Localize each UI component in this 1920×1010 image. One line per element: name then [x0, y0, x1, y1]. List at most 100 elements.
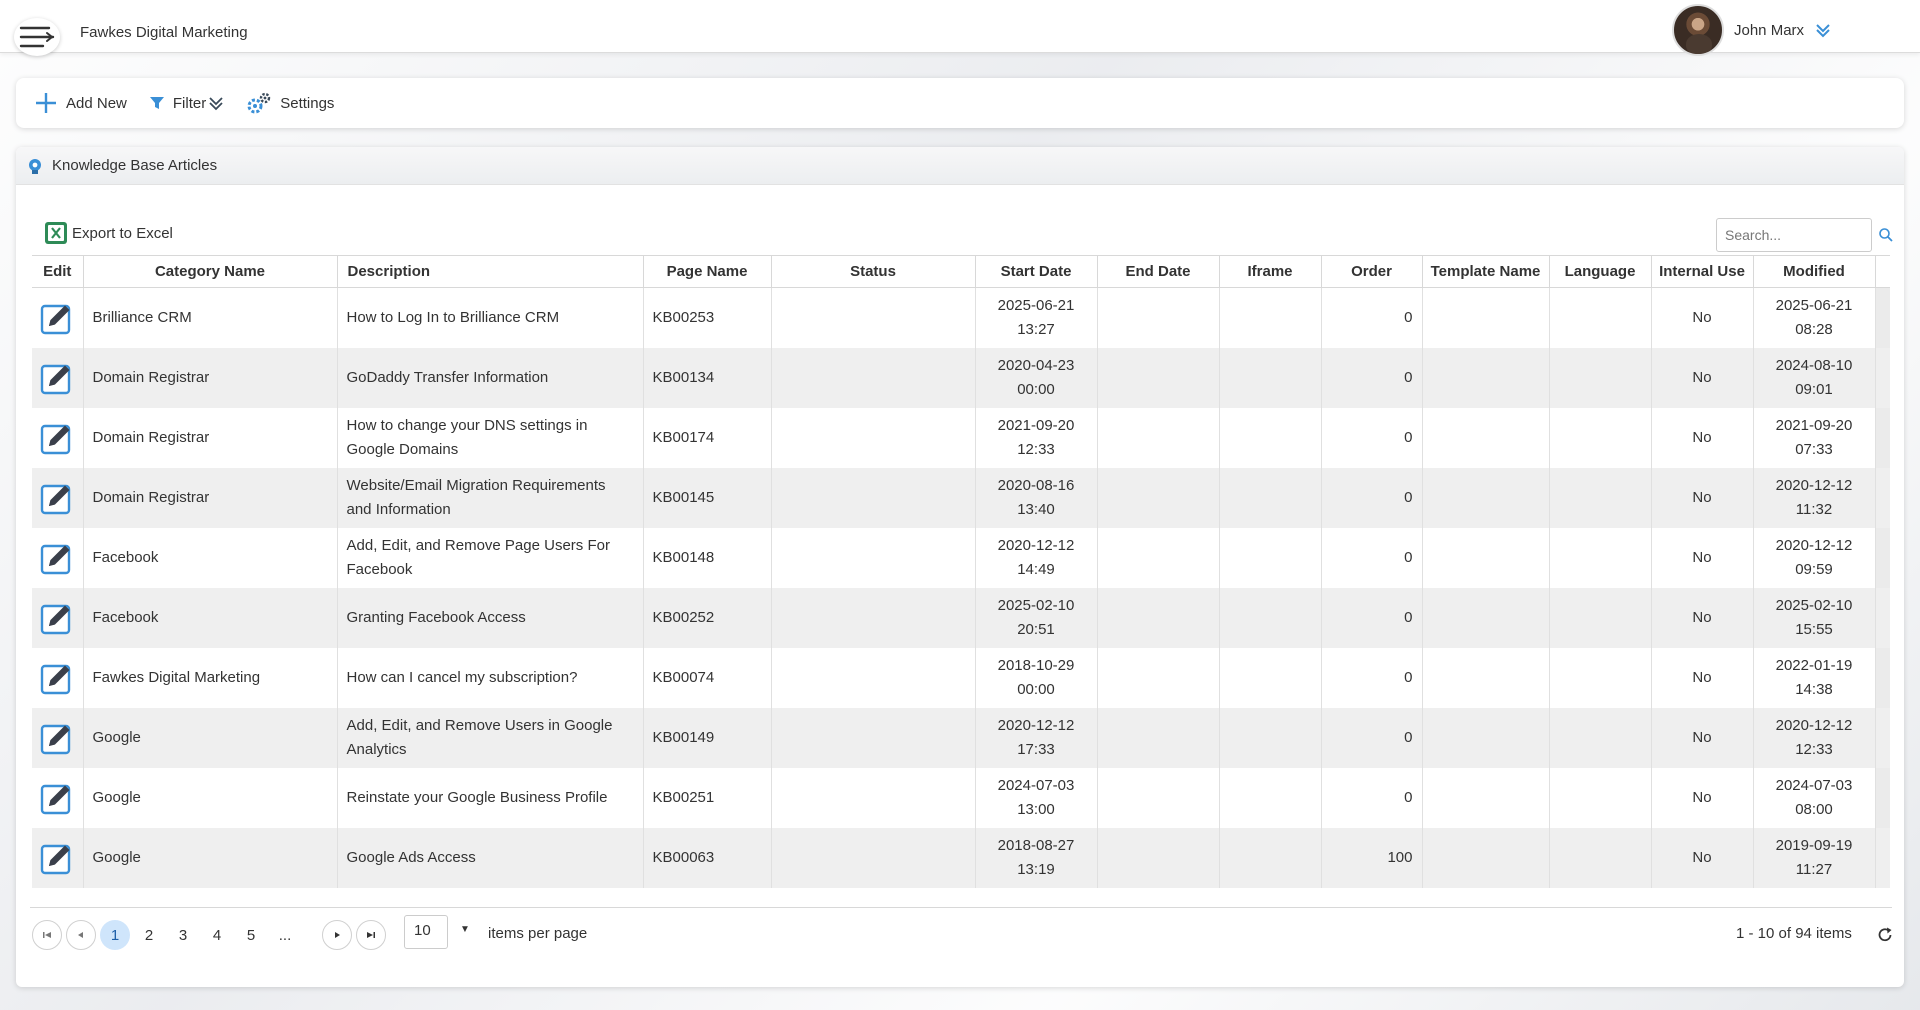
- page-number-button[interactable]: 5: [236, 920, 266, 950]
- description-cell: How can I cancel my subscription?: [337, 647, 644, 708]
- plus-icon: [36, 93, 56, 113]
- edit-icon[interactable]: [40, 421, 74, 455]
- column-header[interactable]: Edit: [32, 255, 84, 288]
- page-size-select[interactable]: 10: [404, 915, 448, 949]
- iframe-cell: [1219, 827, 1322, 888]
- user-menu[interactable]: John Marx: [1672, 4, 1832, 56]
- scrollbar-track[interactable]: [1875, 347, 1890, 408]
- status-cell: [771, 827, 976, 888]
- refresh-icon[interactable]: [1876, 926, 1894, 944]
- modified-cell: 2020-12-12 09:59: [1753, 527, 1876, 588]
- modified-cell: 2020-12-12 11:32: [1753, 467, 1876, 528]
- filter-label: Filter: [172, 94, 207, 112]
- edit-icon[interactable]: [40, 661, 74, 695]
- edit-icon[interactable]: [40, 721, 74, 755]
- scrollbar-track[interactable]: [1875, 767, 1890, 828]
- next-page-button[interactable]: [322, 920, 352, 950]
- panel-title: Knowledge Base Articles: [52, 157, 218, 174]
- scrollbar-track[interactable]: [1875, 707, 1890, 768]
- column-header[interactable]: Order: [1321, 255, 1423, 288]
- page-number-button[interactable]: 1: [100, 920, 130, 950]
- modified-cell: 2024-08-10 09:01: [1753, 347, 1876, 408]
- internal-use-cell: No: [1651, 707, 1754, 768]
- scrollbar-track[interactable]: [1875, 827, 1890, 888]
- column-header[interactable]: Category Name: [83, 255, 338, 288]
- column-header[interactable]: Internal Use: [1651, 255, 1754, 288]
- category-cell: Google: [83, 767, 338, 828]
- scrollbar-track[interactable]: [1875, 467, 1890, 528]
- modified-cell: 2022-01-19 14:38: [1753, 647, 1876, 708]
- description-cell: Add, Edit, and Remove Users in Google An…: [337, 707, 644, 768]
- edit-icon[interactable]: [40, 481, 74, 515]
- column-header[interactable]: Iframe: [1219, 255, 1322, 288]
- edit-icon[interactable]: [40, 601, 74, 635]
- page-name-cell: KB00252: [643, 587, 772, 648]
- prev-page-button[interactable]: [66, 920, 96, 950]
- add-new-label: Add New: [66, 94, 127, 112]
- status-cell: [771, 407, 976, 468]
- filter-button[interactable]: Filter: [149, 95, 224, 112]
- start-date-cell: 2020-04-23 00:00: [975, 347, 1098, 408]
- page-number-button[interactable]: 3: [168, 920, 198, 950]
- end-date-cell: [1097, 647, 1220, 708]
- table-row: Fawkes Digital Marketing How can I cance…: [32, 647, 1890, 708]
- scrollbar-track[interactable]: [1875, 407, 1890, 468]
- scrollbar-track[interactable]: [1875, 527, 1890, 588]
- iframe-cell: [1219, 767, 1322, 828]
- search-icon[interactable]: [1878, 227, 1894, 243]
- add-new-button[interactable]: Add New: [34, 91, 127, 115]
- column-header[interactable]: Modified: [1753, 255, 1876, 288]
- page-number-button[interactable]: 4: [202, 920, 232, 950]
- internal-use-cell: No: [1651, 467, 1754, 528]
- table-row: Facebook Add, Edit, and Remove Page User…: [32, 527, 1890, 588]
- brand-name: Fawkes Digital Marketing: [80, 24, 248, 41]
- end-date-cell: [1097, 287, 1220, 348]
- scrollbar-track[interactable]: [1875, 287, 1890, 348]
- category-cell: Google: [83, 827, 338, 888]
- page-name-cell: KB00253: [643, 287, 772, 348]
- language-cell: [1549, 467, 1652, 528]
- order-cell: 0: [1321, 347, 1423, 408]
- description-cell: Google Ads Access: [337, 827, 644, 888]
- modified-cell: 2019-09-19 11:27: [1753, 827, 1876, 888]
- page-name-cell: KB00145: [643, 467, 772, 528]
- menu-toggle-button[interactable]: [14, 18, 60, 56]
- scrollbar-track[interactable]: [1875, 587, 1890, 648]
- iframe-cell: [1219, 647, 1322, 708]
- status-cell: [771, 347, 976, 408]
- export-to-excel-button[interactable]: Export to Excel: [44, 221, 173, 245]
- search-input[interactable]: [1716, 218, 1872, 252]
- scrollbar-track[interactable]: [1875, 647, 1890, 708]
- template-name-cell: [1422, 527, 1550, 588]
- first-page-button[interactable]: [32, 920, 62, 950]
- page-number-button[interactable]: 2: [134, 920, 164, 950]
- column-header[interactable]: Template Name: [1422, 255, 1550, 288]
- internal-use-cell: No: [1651, 407, 1754, 468]
- start-date-cell: 2020-08-16 13:40: [975, 467, 1098, 528]
- edit-icon[interactable]: [40, 541, 74, 575]
- category-cell: Brilliance CRM: [83, 287, 338, 348]
- modified-cell: 2020-12-12 12:33: [1753, 707, 1876, 768]
- language-cell: [1549, 347, 1652, 408]
- end-date-cell: [1097, 467, 1220, 528]
- edit-icon[interactable]: [40, 781, 74, 815]
- template-name-cell: [1422, 467, 1550, 528]
- edit-icon[interactable]: [40, 361, 74, 395]
- modified-cell: 2021-09-20 07:33: [1753, 407, 1876, 468]
- iframe-cell: [1219, 587, 1322, 648]
- last-page-button[interactable]: [356, 920, 386, 950]
- edit-icon[interactable]: [40, 841, 74, 875]
- edit-cell: [32, 767, 84, 828]
- column-header[interactable]: Page Name: [643, 255, 772, 288]
- edit-icon[interactable]: [40, 301, 74, 335]
- more-pages-button[interactable]: ...: [270, 920, 300, 950]
- column-header[interactable]: Status: [771, 255, 976, 288]
- edit-cell: [32, 467, 84, 528]
- column-header[interactable]: End Date: [1097, 255, 1220, 288]
- settings-button[interactable]: Settings: [246, 91, 334, 115]
- internal-use-cell: No: [1651, 827, 1754, 888]
- column-header[interactable]: Language: [1549, 255, 1652, 288]
- column-header[interactable]: Description: [337, 255, 644, 288]
- caret-down-icon[interactable]: ▼: [460, 924, 470, 935]
- column-header[interactable]: Start Date: [975, 255, 1098, 288]
